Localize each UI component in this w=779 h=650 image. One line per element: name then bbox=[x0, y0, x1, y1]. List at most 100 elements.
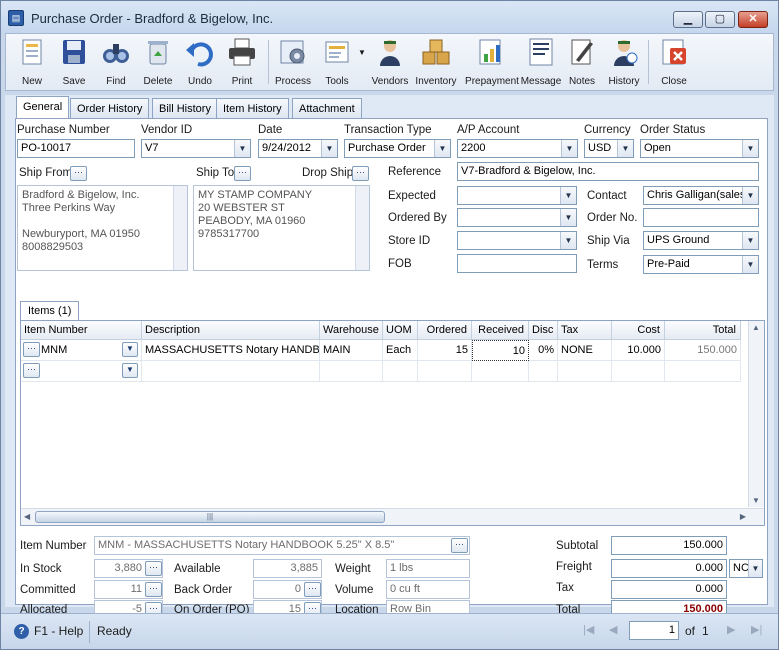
tab-attachment[interactable]: Attachment bbox=[292, 98, 362, 119]
received-cell[interactable] bbox=[472, 361, 529, 382]
chevron-down-icon[interactable]: ▼ bbox=[560, 187, 576, 204]
description-cell[interactable]: MASSACHUSETTS Notary HANDBOO bbox=[142, 340, 320, 361]
col-uom[interactable]: UOM bbox=[383, 321, 418, 340]
store-id-combo[interactable]: ▼ bbox=[457, 231, 577, 250]
col-description[interactable]: Description bbox=[142, 321, 320, 340]
scroll-right-icon[interactable]: ▶ bbox=[740, 512, 746, 521]
chevron-down-icon[interactable]: ▼ bbox=[742, 256, 758, 273]
chevron-down-icon[interactable]: ▼ bbox=[742, 187, 758, 204]
freight-field[interactable]: 0.000 bbox=[611, 559, 727, 578]
cost-cell[interactable] bbox=[612, 361, 665, 382]
item-number-cell[interactable]: ··· ▼ bbox=[21, 361, 142, 382]
currency-combo[interactable]: USD ▼ bbox=[584, 139, 634, 158]
tab-bill-history[interactable]: Bill History bbox=[152, 98, 218, 119]
uom-cell[interactable]: Each bbox=[383, 340, 418, 361]
warehouse-cell[interactable] bbox=[320, 361, 383, 382]
page-number-input[interactable]: 1 bbox=[629, 621, 679, 640]
col-item-number[interactable]: Item Number bbox=[21, 321, 142, 340]
scroll-up-icon[interactable]: ▲ bbox=[752, 323, 760, 332]
previous-page-icon[interactable]: ◀ bbox=[609, 623, 617, 636]
chevron-down-icon[interactable]: ▼ bbox=[560, 209, 576, 226]
grid-vertical-scrollbar[interactable]: ▲ ▼ bbox=[748, 321, 764, 507]
chevron-down-icon[interactable]: ▼ bbox=[321, 140, 337, 157]
ship-from-scrollbar[interactable] bbox=[173, 186, 187, 270]
last-page-icon[interactable]: ▶| bbox=[751, 623, 762, 636]
ordered-cell[interactable] bbox=[418, 361, 472, 382]
reference-field[interactable]: V7-Bradford & Bigelow, Inc. bbox=[457, 162, 759, 181]
received-cell[interactable]: 10 bbox=[472, 340, 529, 361]
chevron-down-icon[interactable]: ▼ bbox=[561, 140, 577, 157]
item-number-more-button[interactable]: ··· bbox=[451, 538, 468, 553]
first-page-icon[interactable]: |◀ bbox=[583, 623, 594, 636]
save-button[interactable]: Save bbox=[50, 36, 98, 90]
print-button[interactable]: Print bbox=[218, 36, 266, 90]
col-total[interactable]: Total bbox=[665, 321, 741, 340]
grid-horizontal-scrollbar[interactable]: ◀ ||| ▶ bbox=[21, 508, 764, 525]
chevron-down-icon[interactable]: ▼ bbox=[617, 140, 633, 157]
col-cost[interactable]: Cost bbox=[612, 321, 665, 340]
vendors-button[interactable]: Vendors bbox=[366, 36, 414, 90]
inventory-button[interactable]: Inventory bbox=[410, 36, 462, 90]
chevron-down-icon[interactable]: ▼ bbox=[122, 342, 138, 357]
order-no-field[interactable] bbox=[643, 208, 759, 227]
tab-order-history[interactable]: Order History bbox=[70, 98, 150, 119]
tab-general[interactable]: General bbox=[16, 96, 70, 119]
disc-cell[interactable] bbox=[529, 361, 558, 382]
uom-cell[interactable] bbox=[383, 361, 418, 382]
tax-cell[interactable]: NONE bbox=[558, 340, 612, 361]
scroll-left-icon[interactable]: ◀ bbox=[24, 512, 30, 521]
history-button[interactable]: History bbox=[600, 36, 648, 90]
committed-more-button[interactable]: ··· bbox=[145, 582, 162, 597]
message-button[interactable]: Message bbox=[516, 36, 566, 90]
ordered-by-combo[interactable]: ▼ bbox=[457, 208, 577, 227]
drop-ship-more-button[interactable]: ··· bbox=[352, 166, 369, 181]
item-number-cell[interactable]: ··· MNM ▼ bbox=[21, 340, 142, 361]
ship-from-address[interactable]: Bradford & Bigelow, Inc. Three Perkins W… bbox=[17, 185, 188, 271]
tax-cell[interactable] bbox=[558, 361, 612, 382]
chevron-down-icon[interactable]: ▼ bbox=[434, 140, 450, 157]
fob-field[interactable] bbox=[457, 254, 577, 273]
date-picker[interactable]: 9/24/2012 ▼ bbox=[258, 139, 338, 158]
new-button[interactable]: New bbox=[8, 36, 56, 90]
ordered-cell[interactable]: 15 bbox=[418, 340, 472, 361]
freight-code-combo[interactable]: NC ▼ bbox=[729, 559, 763, 578]
help-label[interactable]: F1 - Help bbox=[34, 624, 83, 638]
back-order-more-button[interactable]: ··· bbox=[304, 582, 321, 597]
prepayment-button[interactable]: Prepayment bbox=[462, 36, 522, 90]
ap-account-combo[interactable]: 2200 ▼ bbox=[457, 139, 578, 158]
ship-via-combo[interactable]: UPS Ground ▼ bbox=[643, 231, 759, 250]
contact-combo[interactable]: Chris Galligan(sales ▼ bbox=[643, 186, 759, 205]
process-button[interactable]: Process bbox=[268, 36, 318, 90]
ship-to-address[interactable]: MY STAMP COMPANY 20 WEBSTER ST PEABODY, … bbox=[193, 185, 370, 271]
item-more-button[interactable]: ··· bbox=[23, 363, 40, 378]
chevron-down-icon[interactable]: ▼ bbox=[748, 560, 762, 577]
chevron-down-icon[interactable]: ▼ bbox=[122, 363, 138, 378]
expected-combo[interactable]: ▼ bbox=[457, 186, 577, 205]
col-received[interactable]: Received bbox=[472, 321, 529, 340]
scroll-thumb[interactable]: ||| bbox=[35, 511, 385, 523]
in-stock-more-button[interactable]: ··· bbox=[145, 561, 162, 576]
maximize-button[interactable]: ▢ bbox=[705, 11, 735, 28]
terms-combo[interactable]: Pre-Paid ▼ bbox=[643, 255, 759, 274]
transaction-type-combo[interactable]: Purchase Order ▼ bbox=[344, 139, 451, 158]
col-tax[interactable]: Tax bbox=[558, 321, 612, 340]
warehouse-cell[interactable]: MAIN bbox=[320, 340, 383, 361]
tab-item-history[interactable]: Item History bbox=[216, 98, 289, 119]
chevron-down-icon[interactable]: ▼ bbox=[742, 232, 758, 249]
order-status-combo[interactable]: Open ▼ bbox=[640, 139, 759, 158]
help-icon[interactable]: ? bbox=[14, 624, 29, 639]
minimize-button[interactable]: ▁ bbox=[673, 11, 703, 28]
ship-to-more-button[interactable]: ··· bbox=[234, 166, 251, 181]
notes-button[interactable]: Notes bbox=[560, 36, 604, 90]
close-button[interactable]: Close bbox=[652, 36, 696, 90]
vendor-id-combo[interactable]: V7 ▼ bbox=[141, 139, 251, 158]
col-ordered[interactable]: Ordered bbox=[418, 321, 472, 340]
find-button[interactable]: Find bbox=[92, 36, 140, 90]
tools-button[interactable]: Tools bbox=[312, 36, 362, 90]
chevron-down-icon[interactable]: ▼ bbox=[742, 140, 758, 157]
tab-items[interactable]: Items (1) bbox=[20, 301, 80, 321]
purchase-number-field[interactable]: PO-10017 bbox=[17, 139, 135, 158]
col-warehouse[interactable]: Warehouse bbox=[320, 321, 383, 340]
col-disc[interactable]: Disc bbox=[529, 321, 558, 340]
scroll-down-icon[interactable]: ▼ bbox=[752, 496, 760, 505]
